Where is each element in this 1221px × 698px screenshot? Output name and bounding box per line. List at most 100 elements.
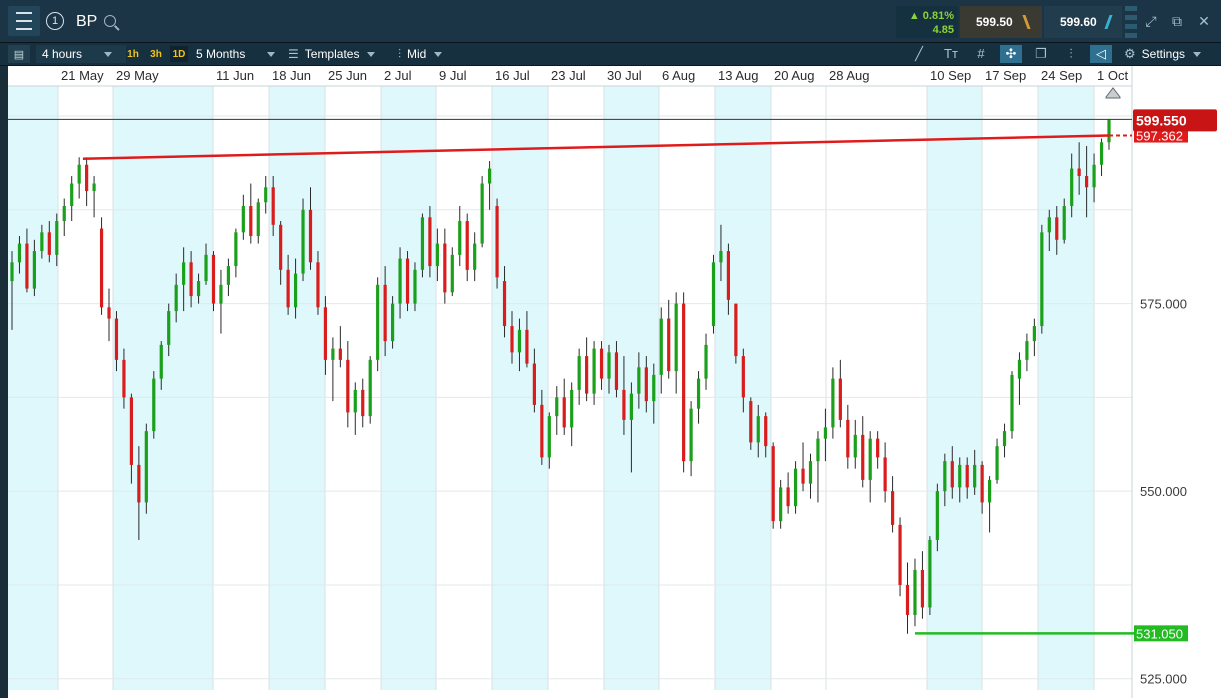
candle-body	[599, 348, 604, 379]
text-tool-icon[interactable]: Tт	[940, 45, 962, 63]
templates-button[interactable]: ☰ Templates	[288, 45, 388, 63]
candle-body	[674, 303, 678, 372]
candle-body	[1025, 341, 1029, 360]
candle-body	[1047, 217, 1051, 233]
candle-body	[32, 251, 36, 289]
candle-body	[85, 164, 89, 192]
candle-body	[47, 232, 51, 255]
candle-body	[271, 187, 275, 225]
price-mode-select[interactable]: ⫶ Mid	[398, 45, 468, 63]
candle-body	[726, 251, 731, 300]
candle-body	[286, 269, 290, 308]
quick-interval-1h[interactable]: 1h	[124, 46, 142, 62]
candle-body	[346, 359, 350, 413]
candle-body	[316, 262, 320, 308]
candle-body	[696, 378, 701, 409]
down-arrow-icon	[1022, 15, 1031, 29]
candle-body	[428, 217, 432, 267]
candle-body	[473, 243, 477, 270]
draw-line-icon[interactable]: ╱	[908, 45, 930, 63]
candle-body	[622, 389, 626, 420]
candle-body	[159, 344, 163, 379]
candle-body	[1107, 119, 1111, 143]
candle-body	[1055, 217, 1059, 240]
candle-body	[711, 262, 716, 327]
popout-icon[interactable]: ⧉	[1168, 12, 1186, 30]
settings-button[interactable]: ⚙ Settings	[1124, 45, 1216, 63]
candle-body	[152, 378, 156, 432]
candle-body	[137, 464, 141, 503]
interval-select[interactable]: 4 hours	[36, 45, 126, 63]
candle-body	[70, 183, 74, 207]
x-tick-label: 25 Jun	[328, 68, 367, 83]
candle-body	[189, 262, 193, 297]
candle-body	[211, 254, 216, 304]
quick-interval-1d[interactable]: 1D	[170, 46, 188, 62]
candle-body	[741, 356, 745, 398]
support-price-label: 531.050	[1136, 626, 1183, 641]
candle-body	[1077, 168, 1081, 177]
instrument-count-button[interactable]: 1	[42, 6, 68, 36]
y-tick-label: 550.000	[1140, 484, 1187, 499]
candle-body	[883, 457, 887, 492]
candle-body	[555, 397, 559, 417]
candle-body	[1010, 374, 1014, 432]
candle-body	[17, 243, 22, 263]
candle-body	[689, 408, 693, 462]
price-chart[interactable]: 21 May 29 May 11 Jun 18 Jun 25 Jun 2 Jul 9 Jul…	[0, 66, 1221, 698]
candle-body	[801, 468, 805, 484]
candle-body	[174, 284, 178, 312]
candle-body	[592, 348, 596, 394]
candle-body	[756, 416, 760, 443]
candle-body	[376, 284, 380, 360]
expand-icon[interactable]: ⤢	[1142, 12, 1160, 30]
current-price-label: 599.550	[1136, 112, 1187, 128]
candle-body	[114, 318, 119, 360]
layers-icon[interactable]: ❐	[1030, 45, 1052, 63]
chart-canvas[interactable]: 21 May 29 May 11 Jun 18 Jun 25 Jun 2 Jul 9 Jul…	[0, 66, 1221, 698]
chart-toolbar: ▤ 4 hours 1h 3h 1D 5 Months ☰ Templates …	[0, 43, 1221, 65]
candle-body	[1070, 168, 1074, 207]
search-icon[interactable]	[104, 15, 116, 27]
instrument-count: 1	[46, 12, 64, 30]
candle-body	[323, 307, 328, 360]
price-mode-icon: ⫶	[398, 46, 402, 61]
candle-body	[793, 468, 798, 507]
chart-type-button[interactable]: ▤	[8, 45, 30, 63]
instrument-symbol[interactable]: BP	[76, 13, 97, 31]
buy-button[interactable]: 599.60	[1044, 6, 1122, 38]
candle-body	[920, 569, 925, 608]
quick-interval-3h[interactable]: 3h	[147, 46, 165, 62]
candlestick-tool-icon[interactable]: ⫶	[1060, 45, 1082, 63]
week-band	[269, 86, 325, 690]
close-icon[interactable]: ✕	[1195, 12, 1213, 30]
x-tick-label: 9 Jul	[439, 68, 467, 83]
candle-body	[659, 318, 663, 375]
candle-body	[480, 183, 484, 244]
y-axis-strip	[1132, 66, 1221, 698]
menu-button[interactable]	[8, 6, 40, 36]
range-select[interactable]: 5 Months	[192, 45, 282, 63]
sell-price: 599.50	[976, 15, 1013, 29]
y-tick-label: 525.000	[1140, 672, 1187, 687]
candle-body	[450, 254, 454, 293]
candle-body	[525, 329, 529, 364]
candle-body	[413, 269, 417, 304]
chevron-down-icon	[434, 51, 443, 57]
chevron-down-icon	[1193, 51, 1202, 57]
x-tick-label: 2 Jul	[384, 68, 412, 83]
grid-icon[interactable]: #	[970, 45, 992, 63]
price-tag-icon[interactable]: ◁	[1090, 45, 1112, 63]
candle-body	[517, 329, 522, 353]
candle-body	[973, 464, 977, 488]
candle-body	[264, 187, 268, 203]
crosshair-icon[interactable]: ✣	[1000, 45, 1022, 63]
candle-body	[629, 393, 633, 420]
x-tick-label: 23 Jul	[551, 68, 586, 83]
market-depth-icon[interactable]	[1125, 6, 1137, 38]
sell-button[interactable]: 599.50	[960, 6, 1042, 38]
candle-body	[99, 228, 104, 308]
candle-body	[928, 539, 932, 608]
y-tick-label: 575.000	[1140, 297, 1187, 312]
candle-body	[234, 232, 238, 267]
